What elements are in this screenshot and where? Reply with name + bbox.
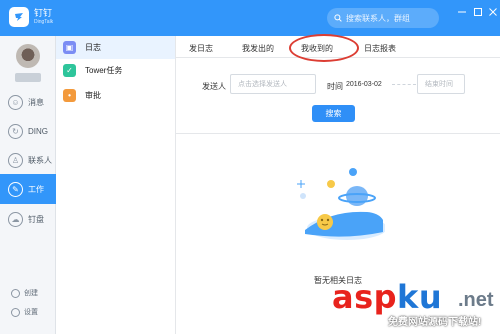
nav-item-work[interactable]: ✎ 工作 xyxy=(0,174,56,204)
sender-field[interactable]: 点击选择发送人 xyxy=(230,74,316,94)
work-icon: ✎ xyxy=(8,181,23,197)
nav-item-label: 联系人 xyxy=(28,155,52,165)
settings-label: 设置 xyxy=(24,309,38,316)
contacts-icon: ♙ xyxy=(8,152,23,168)
gear-icon xyxy=(11,307,20,317)
tab-log-report[interactable]: 日志报表 xyxy=(364,43,396,54)
empty-space-illustration xyxy=(297,168,385,240)
create-button[interactable]: 创建 xyxy=(0,285,56,301)
approval-icon: • xyxy=(63,89,76,102)
search-icon xyxy=(334,14,342,22)
nav-item-contacts[interactable]: ♙ 联系人 xyxy=(0,145,56,175)
cloud-disk-icon: ☁ xyxy=(8,211,23,227)
maximize-icon[interactable] xyxy=(472,6,484,18)
watermark-brand-c: .net xyxy=(458,289,494,311)
nav-item-label: 钉盘 xyxy=(28,214,44,224)
time-label: 时间 xyxy=(327,82,343,91)
plus-circle-icon xyxy=(11,288,20,298)
nav-item-label: 消息 xyxy=(28,97,44,107)
nav-item-messages[interactable]: ☺ 消息 xyxy=(0,87,56,117)
tab-received[interactable]: 我收到的 xyxy=(301,43,333,54)
minimize-icon[interactable] xyxy=(456,6,468,18)
work-subnav: ▣ 日志 ✓ Tower任务 • 审批 xyxy=(56,36,176,334)
nav-item-label: 工作 xyxy=(28,184,44,194)
subnav-item-label: 审批 xyxy=(85,91,101,100)
ding-icon: ↻ xyxy=(8,123,23,139)
close-icon[interactable] xyxy=(487,6,499,18)
start-date-field[interactable]: 2016-03-02 xyxy=(344,74,391,94)
watermark-brand-b: ku xyxy=(397,278,443,316)
subnav-item-tower[interactable]: ✓ Tower任务 xyxy=(56,59,175,82)
log-tabs: 发日志 我发出的 我收到的 日志报表 xyxy=(176,34,500,62)
create-label: 创建 xyxy=(24,290,38,297)
subnav-item-log[interactable]: ▣ 日志 xyxy=(56,36,175,59)
check-icon: ✓ xyxy=(63,64,76,77)
end-date-field[interactable]: 结束时间 xyxy=(417,74,465,94)
search-placeholder: 搜索联系人，群组 xyxy=(346,13,410,23)
tab-write-log[interactable]: 发日志 xyxy=(189,43,213,54)
search-input[interactable]: 搜索联系人，群组 xyxy=(327,8,439,28)
search-button[interactable]: 搜索 xyxy=(312,105,355,122)
avatar[interactable] xyxy=(16,44,40,68)
subnav-item-label: Tower任务 xyxy=(85,66,123,75)
date-range-divider xyxy=(392,84,416,85)
log-icon: ▣ xyxy=(63,41,76,54)
app-subname: DingTalk xyxy=(34,19,54,25)
watermark-brand: aspku xyxy=(332,279,442,315)
start-date-value: 2016-03-02 xyxy=(346,80,382,88)
section-divider xyxy=(176,133,500,134)
watermark-subtitle: 免费网站源码下载站! xyxy=(388,317,482,328)
site-watermark: aspku .net 免费网站源码下载站! xyxy=(332,279,497,329)
sender-label: 发送人 xyxy=(202,82,226,91)
watermark-brand-a: asp xyxy=(332,278,398,316)
subnav-item-approval[interactable]: • 审批 xyxy=(56,84,175,107)
app-name: 钉钉 xyxy=(34,8,53,18)
message-icon: ☺ xyxy=(8,94,23,110)
settings-button[interactable]: 设置 xyxy=(0,304,56,320)
left-navigation: ☺ 消息 ↻ DING ♙ 联系人 ✎ 工作 ☁ 钉盘 创建 设置 xyxy=(0,36,56,334)
tab-sent[interactable]: 我发出的 xyxy=(242,43,274,54)
dingtalk-logo-icon xyxy=(9,7,29,27)
sender-placeholder: 点击选择发送人 xyxy=(238,81,287,88)
nav-item-ding[interactable]: ↻ DING xyxy=(0,116,56,146)
nav-item-cloud-disk[interactable]: ☁ 钉盘 xyxy=(0,204,56,234)
title-bar: 钉钉 DingTalk 搜索联系人，群组 xyxy=(0,0,500,36)
subnav-item-label: 日志 xyxy=(85,43,101,52)
avatar-name-blurred xyxy=(15,73,41,82)
nav-item-label: DING xyxy=(28,126,48,136)
end-date-placeholder: 结束时间 xyxy=(425,81,453,88)
